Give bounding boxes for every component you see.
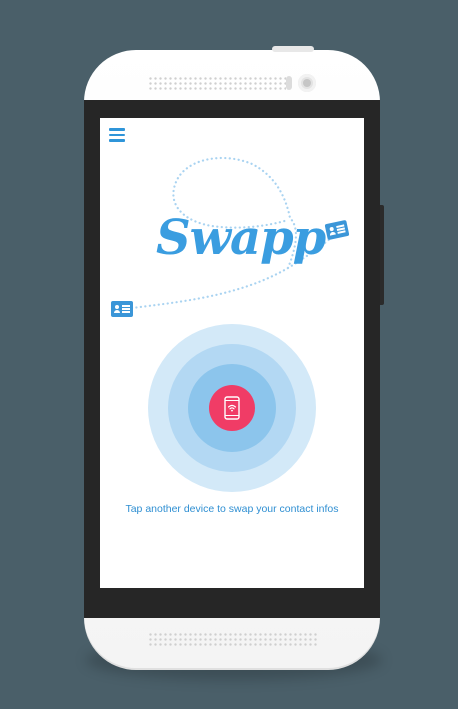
menu-icon[interactable] (109, 128, 125, 142)
phone-nfc-icon (224, 396, 240, 420)
app-logo: Swapp (156, 210, 326, 266)
instruction-caption: Tap another device to swap your contact … (125, 503, 339, 515)
tap-rings (148, 324, 316, 492)
app-screen: Swapp Tap another device to swap your co… (100, 118, 364, 588)
front-camera (298, 74, 316, 92)
stage: Swapp Tap another device to swap your co… (0, 0, 458, 709)
proximity-sensor (286, 76, 292, 90)
tap-to-swap-button[interactable] (209, 385, 255, 431)
bottom-speaker-grille (148, 632, 318, 648)
top-speaker-grille (148, 76, 286, 92)
phone-side-button (380, 205, 384, 305)
phone-top-button (272, 46, 314, 52)
contact-card-icon (111, 301, 133, 317)
